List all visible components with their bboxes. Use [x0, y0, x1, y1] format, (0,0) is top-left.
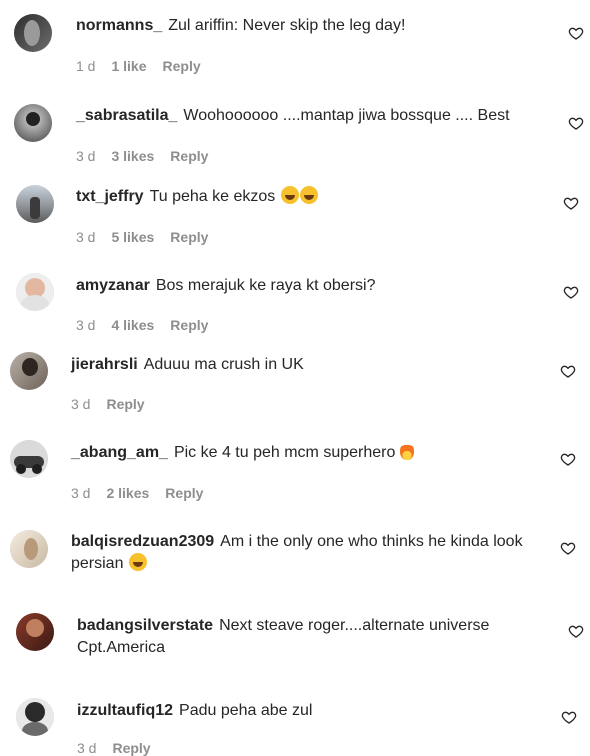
comment-text: amyzanar Bos merajuk ke raya kt obersi? — [76, 275, 526, 297]
comment-meta: 3 d 2 likes Reply — [71, 485, 219, 501]
heart-outline-icon[interactable] — [560, 540, 576, 556]
comment-body: Woohoooooo ....mantap jiwa bossque .... … — [183, 107, 510, 124]
comment-text: _sabrasatila_ Woohoooooo ....mantap jiwa … — [76, 105, 526, 127]
comment-text: balqisredzuan2309 Am i the only one who t… — [71, 531, 531, 575]
comment-body: Zul ariffin: Never skip the leg day! — [168, 17, 406, 34]
laugh-emoji-icon — [299, 186, 318, 204]
comment-likes[interactable]: 5 likes — [111, 229, 154, 245]
comment-time: 3 d — [71, 485, 91, 501]
comment-text: normanns_ Zul ariffin: Never skip the leg… — [76, 15, 526, 37]
heart-outline-icon[interactable] — [568, 25, 584, 41]
comment-body: Padu peha abe zul — [179, 702, 313, 719]
comment-time: 3 d — [76, 229, 96, 245]
avatar[interactable] — [14, 104, 52, 142]
comment-meta-partial — [77, 676, 109, 682]
avatar[interactable] — [10, 530, 48, 568]
reply-button[interactable]: Reply — [165, 485, 203, 501]
comment-meta: 1 d 1 like Reply — [76, 58, 217, 74]
comment-username[interactable]: _sabrasatila_ — [76, 107, 177, 124]
avatar[interactable] — [16, 185, 54, 223]
comment-meta: 3 d 3 likes Reply — [76, 148, 224, 164]
comment-username[interactable]: _abang_am_ — [71, 444, 168, 461]
reply-button[interactable]: Reply — [170, 317, 208, 333]
comment-body: Aduuu ma crush in UK — [143, 356, 304, 373]
avatar[interactable] — [10, 352, 48, 390]
heart-outline-icon[interactable] — [560, 451, 576, 467]
comment-text: _abang_am_ Pic ke 4 tu peh mcm superhero — [71, 442, 521, 464]
laugh-emoji-icon — [280, 186, 299, 204]
comment-meta: 3 d 5 likes Reply — [76, 229, 224, 245]
heart-outline-icon[interactable] — [563, 195, 579, 211]
heart-outline-icon[interactable] — [568, 623, 584, 639]
heart-outline-icon[interactable] — [568, 115, 584, 131]
avatar[interactable] — [16, 613, 54, 651]
avatar[interactable] — [10, 440, 48, 478]
heart-outline-icon[interactable] — [563, 284, 579, 300]
comment-meta: 3 d Reply — [71, 396, 161, 412]
comment-text: izzultaufiq12 Padu peha abe zul — [77, 700, 527, 722]
reply-button[interactable]: Reply — [163, 58, 201, 74]
comment-username[interactable]: amyzanar — [76, 277, 150, 294]
comment-username[interactable]: badangsilverstate — [77, 617, 213, 634]
comment-username[interactable]: normanns_ — [76, 17, 162, 34]
heart-outline-icon[interactable] — [560, 363, 576, 379]
comment-username[interactable]: balqisredzuan2309 — [71, 533, 214, 550]
laugh-emoji-icon — [128, 553, 147, 571]
fire-emoji-icon — [399, 442, 414, 460]
heart-outline-icon[interactable] — [561, 709, 577, 725]
comment-time: 1 d — [76, 58, 96, 74]
comment-likes[interactable]: 4 likes — [111, 317, 154, 333]
comment-text: txt_jeffry Tu peha ke ekzos — [76, 186, 526, 208]
comment-body: Bos merajuk ke raya kt obersi? — [155, 277, 376, 294]
comment-username[interactable]: txt_jeffry — [76, 188, 144, 205]
comment-username[interactable]: jierahrsli — [71, 356, 138, 373]
comment-text: badangsilverstate Next steave roger....al… — [77, 615, 517, 659]
comment-body: Pic ke 4 tu peh mcm superhero — [173, 444, 396, 461]
avatar[interactable] — [16, 698, 54, 736]
reply-button[interactable]: Reply — [170, 229, 208, 245]
comment-meta: 3 d 4 likes Reply — [76, 317, 224, 333]
comment-time: 3 d — [76, 317, 96, 333]
reply-button[interactable]: Reply — [170, 148, 208, 164]
comment-likes[interactable]: 2 likes — [106, 485, 149, 501]
comment-username[interactable]: izzultaufiq12 — [77, 702, 173, 719]
comment-likes[interactable]: 3 likes — [111, 148, 154, 164]
comment-text: jierahrsli Aduuu ma crush in UK — [71, 354, 521, 376]
avatar[interactable] — [16, 273, 54, 311]
comment-body: Tu peha ke ekzos — [149, 188, 276, 205]
comment-time: 3 d — [76, 148, 96, 164]
comment-time: 3 d — [71, 396, 91, 412]
reply-button[interactable]: Reply — [106, 396, 144, 412]
comment-likes[interactable]: 1 like — [111, 58, 146, 74]
avatar[interactable] — [14, 14, 52, 52]
